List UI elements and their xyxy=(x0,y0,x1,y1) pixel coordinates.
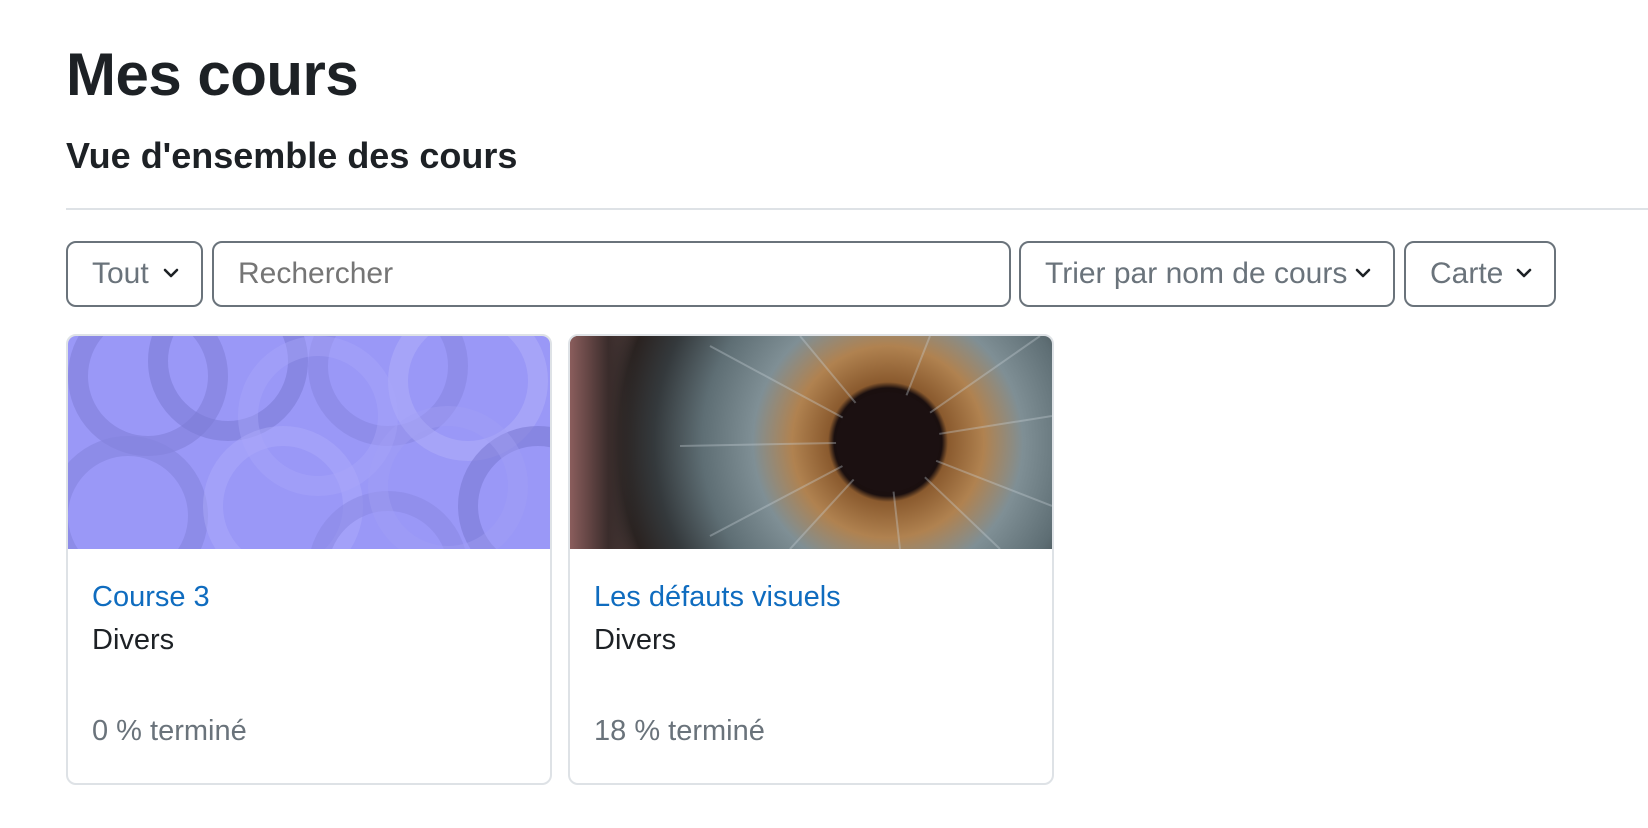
course-card: Les défauts visuels Divers 18 % terminé xyxy=(568,334,1054,785)
grouping-dropdown[interactable]: Tout xyxy=(66,241,203,307)
search-input[interactable] xyxy=(212,241,1011,307)
section-title: Vue d'ensemble des cours xyxy=(66,135,518,176)
sort-dropdown[interactable]: Trier par nom de cours xyxy=(1019,241,1395,307)
divider xyxy=(66,208,1648,210)
course-title-link[interactable]: Course 3 xyxy=(92,579,210,615)
course-card: Course 3 Divers 0 % terminé xyxy=(66,334,552,785)
course-progress-text: 18 % terminé xyxy=(594,715,765,747)
grouping-selected-label: Tout xyxy=(92,257,149,290)
course-category: Divers xyxy=(92,624,175,656)
course-image[interactable] xyxy=(570,336,1052,549)
course-image[interactable] xyxy=(68,336,550,549)
course-progress-text: 0 % terminé xyxy=(92,715,247,747)
chevron-down-icon xyxy=(1355,268,1371,278)
view-dropdown[interactable]: Carte xyxy=(1404,241,1556,307)
page-title: Mes cours xyxy=(66,41,359,108)
course-title-link[interactable]: Les défauts visuels xyxy=(594,579,841,615)
course-category: Divers xyxy=(594,624,677,656)
chevron-down-icon xyxy=(163,268,179,278)
my-courses-page: Mes cours Vue d'ensemble des cours Tout … xyxy=(0,0,1648,828)
view-selected-label: Carte xyxy=(1430,257,1504,290)
chevron-down-icon xyxy=(1516,268,1532,278)
sort-selected-label: Trier par nom de cours xyxy=(1045,257,1348,290)
